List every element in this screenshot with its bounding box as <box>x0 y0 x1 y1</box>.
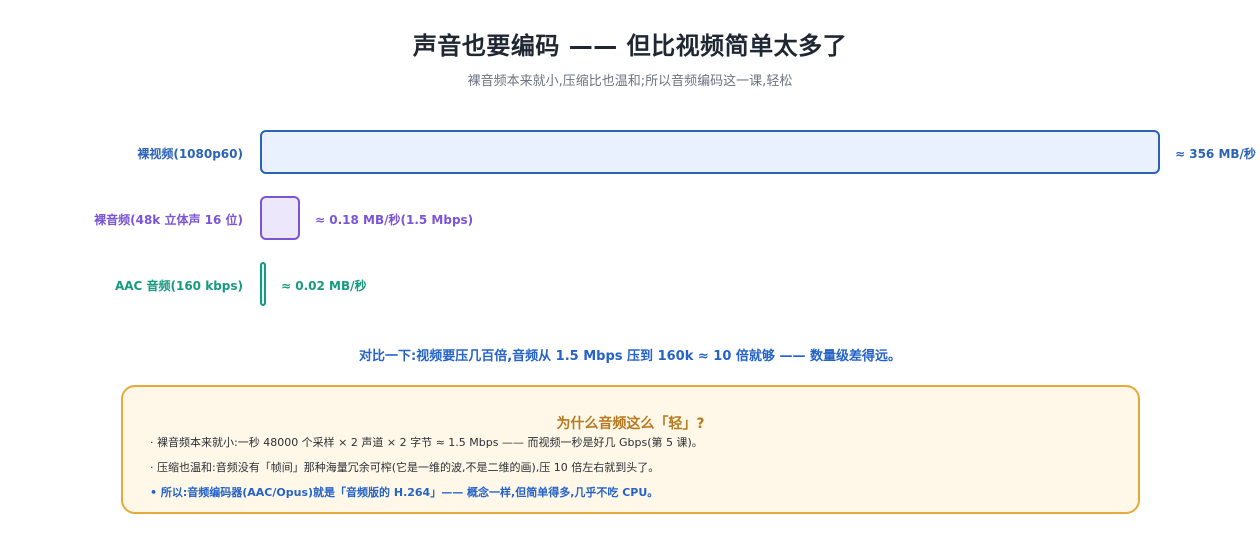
bar-raw-audio <box>260 196 300 240</box>
page: 声音也要编码 —— 但比视频简单太多了 裸音频本来就小,压缩比也温和;所以音频编… <box>0 0 1260 540</box>
bar-raw-video <box>260 130 1160 174</box>
bar-aac-audio <box>260 262 266 306</box>
panel-title: 为什么音频这么「轻」? <box>556 416 705 432</box>
row-value-raw-audio: ≈ 0.18 MB/秒(1.5 Mbps) <box>315 213 474 227</box>
row-value-aac-audio: ≈ 0.02 MB/秒 <box>281 279 367 293</box>
panel-line-conclusion: • 所以:音频编码器(AAC/Opus)就是「音频版的 H.264」—— 概念一… <box>150 486 659 499</box>
row-value-raw-video: ≈ 356 MB/秒 <box>1175 147 1256 161</box>
row-label-raw-audio: 裸音频(48k 立体声 16 位) <box>94 213 243 227</box>
comparison-note: 对比一下:视频要压几百倍,音频从 1.5 Mbps 压到 160k ≈ 10 倍… <box>359 349 901 364</box>
row-label-aac-audio: AAC 音频(160 kbps) <box>114 279 243 293</box>
page-title: 声音也要编码 —— 但比视频简单太多了 <box>412 32 848 60</box>
panel-line-raw-size: · 裸音频本来就小:一秒 48000 个采样 × 2 声道 × 2 字节 ≈ 1… <box>150 436 703 449</box>
page-subtitle: 裸音频本来就小,压缩比也温和;所以音频编码这一课,轻松 <box>467 74 793 89</box>
panel-line-compression: · 压缩也温和:音频没有「帧间」那种海量冗余可榨(它是一维的波,不是二维的画),… <box>150 461 660 474</box>
explanation-panel: 为什么音频这么「轻」? · 裸音频本来就小:一秒 48000 个采样 × 2 声… <box>121 385 1140 514</box>
row-label-raw-video: 裸视频(1080p60) <box>137 147 243 161</box>
